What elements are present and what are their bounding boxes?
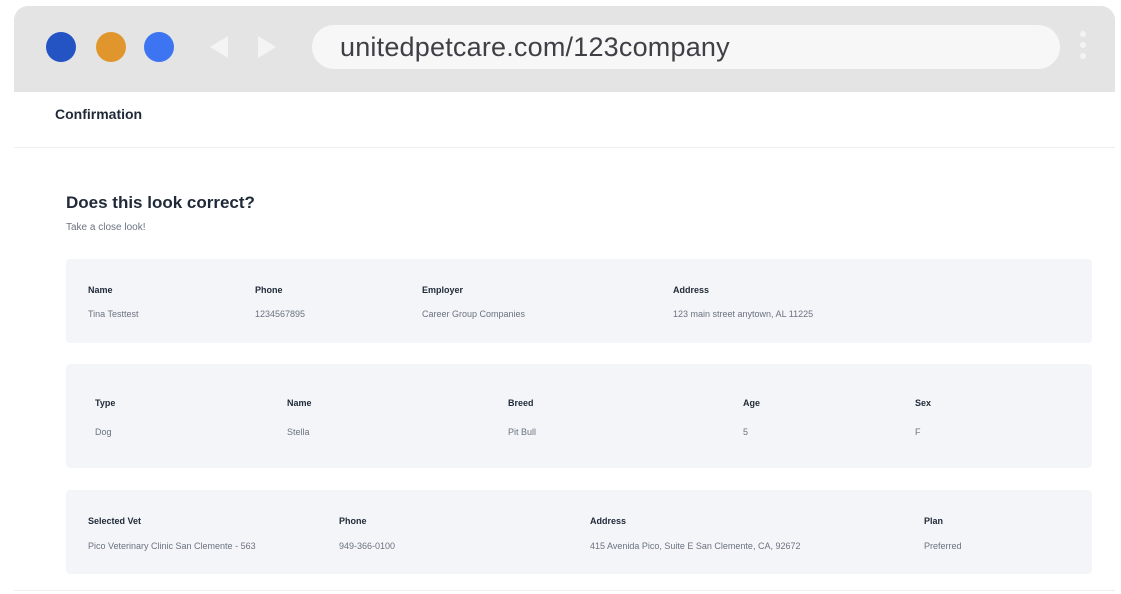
- window-dot-light-blue-icon[interactable]: [144, 32, 174, 62]
- field-value: 415 Avenida Pico, Suite E San Clemente, …: [590, 541, 801, 551]
- field-label: Age: [743, 398, 761, 408]
- field-label: Name: [287, 398, 312, 408]
- member-info-card: Name Tina Testtest Phone 1234567895 Empl…: [66, 259, 1092, 343]
- field-value: Preferred: [924, 541, 962, 551]
- field-value: 5: [743, 427, 749, 437]
- chevron-right-icon[interactable]: [254, 34, 280, 60]
- field-label: Name: [88, 285, 113, 295]
- field-value: Pico Veterinary Clinic San Clemente - 56…: [88, 541, 256, 551]
- field-value: Pit Bull: [508, 427, 537, 437]
- kebab-menu-icon[interactable]: [1076, 31, 1090, 63]
- field-value: Tina Testtest: [88, 309, 139, 319]
- field-value: Stella: [287, 427, 310, 437]
- field-value: 1234567895: [255, 309, 306, 319]
- window-dot-blue-icon[interactable]: [46, 32, 76, 62]
- field-label: Address: [590, 516, 627, 526]
- field-label: Phone: [339, 516, 367, 526]
- field-value: Career Group Companies: [422, 309, 526, 319]
- field-value: 123 main street anytown, AL 11225: [673, 309, 814, 319]
- vet-info-card: Selected Vet Pico Veterinary Clinic San …: [66, 490, 1092, 574]
- address-bar-url: unitedpetcare.com/123company: [340, 31, 730, 62]
- address-bar[interactable]: unitedpetcare.com/123company: [312, 25, 1060, 69]
- field-value: 949-366-0100: [339, 541, 396, 551]
- pet-info-card: Type Dog Name Stella Breed Pit Bull Age …: [66, 364, 1092, 468]
- page-header: Confirmation: [14, 92, 1115, 148]
- field-label: Plan: [924, 516, 944, 526]
- field-value: F: [915, 427, 921, 437]
- page-subheading: Take a close look!: [66, 222, 146, 233]
- step-title: Confirmation: [55, 106, 143, 122]
- field-label: Selected Vet: [88, 516, 142, 526]
- divider: [14, 590, 1115, 591]
- window-dot-orange-icon[interactable]: [96, 32, 126, 62]
- field-value: Dog: [95, 427, 112, 437]
- field-label: Phone: [255, 285, 283, 295]
- field-label: Address: [673, 285, 710, 295]
- chevron-left-icon[interactable]: [206, 34, 232, 60]
- field-label: Type: [95, 398, 116, 408]
- field-label: Breed: [508, 398, 534, 408]
- field-label: Employer: [422, 285, 464, 295]
- page-heading: Does this look correct?: [66, 193, 255, 212]
- field-label: Sex: [915, 398, 932, 408]
- browser-chrome: unitedpetcare.com/123company: [14, 6, 1115, 92]
